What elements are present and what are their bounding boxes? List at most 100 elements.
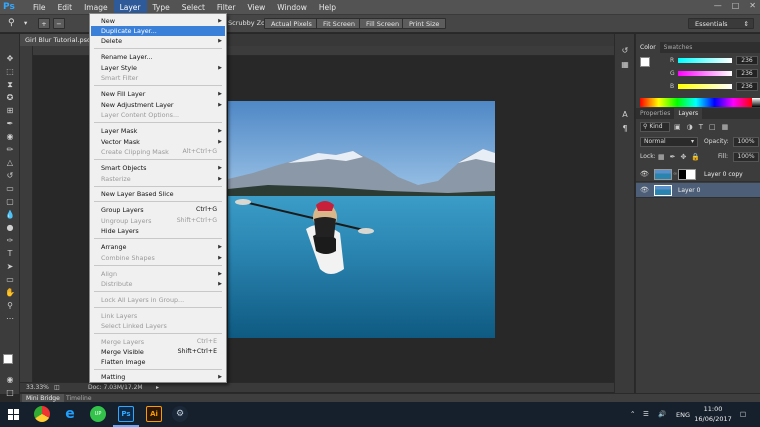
menu-item-merge-visible[interactable]: Merge Visible Shift+Ctrl+E bbox=[91, 347, 225, 357]
menu-item-new-layer-based-slice[interactable]: New Layer Based Slice bbox=[91, 189, 225, 199]
photoshop-taskbar-icon[interactable]: Ps bbox=[118, 406, 134, 422]
grayscale-ramp[interactable] bbox=[752, 98, 760, 107]
menu-item-matting[interactable]: Matting ▶ bbox=[91, 372, 225, 382]
path-select-tool-icon[interactable]: ➤ bbox=[4, 262, 16, 272]
menu-item-new[interactable]: New ▶ bbox=[91, 16, 225, 26]
menu-item-hide-layers[interactable]: Hide Layers bbox=[91, 226, 225, 236]
windows-start-icon[interactable] bbox=[8, 409, 19, 420]
menu-help[interactable]: Help bbox=[313, 0, 342, 15]
blue-value[interactable]: 236 bbox=[736, 82, 758, 91]
layer-filter-icons[interactable]: ▣◑T□▦ bbox=[674, 122, 734, 132]
menu-view[interactable]: View bbox=[241, 0, 271, 15]
menu-item-layer-mask[interactable]: Layer Mask ▶ bbox=[91, 126, 225, 136]
eraser-tool-icon[interactable]: ▭ bbox=[4, 184, 16, 194]
document-image[interactable] bbox=[228, 101, 495, 338]
character-icon[interactable]: A bbox=[619, 110, 631, 120]
minimize-icon[interactable]: — bbox=[714, 1, 722, 10]
zoom-level[interactable]: 33.33% bbox=[26, 383, 49, 393]
maximize-icon[interactable]: □ bbox=[732, 1, 740, 10]
shape-tool-icon[interactable]: ▭ bbox=[4, 275, 16, 285]
share-icon[interactable]: ◫ bbox=[54, 383, 60, 393]
history-brush-tool-icon[interactable]: ↺ bbox=[4, 171, 16, 181]
paragraph-icon[interactable]: ¶ bbox=[619, 124, 631, 134]
lasso-tool-icon[interactable]: ⧗ bbox=[4, 80, 16, 90]
print-size-button[interactable]: Print Size bbox=[402, 18, 447, 29]
healing-brush-tool-icon[interactable]: ◉ bbox=[4, 132, 16, 142]
brush-tool-icon[interactable]: ✏ bbox=[4, 145, 16, 155]
tab-layers[interactable]: Layers bbox=[674, 108, 703, 119]
menu-item-vector-mask[interactable]: Vector Mask ▶ bbox=[91, 137, 225, 147]
zoom-tool-icon[interactable]: ⚲ bbox=[8, 18, 15, 29]
history-icon[interactable]: ↺ bbox=[619, 46, 631, 56]
zoom-out-icon[interactable]: − bbox=[53, 18, 65, 29]
green-slider[interactable]: G 236 bbox=[670, 69, 760, 79]
menu-item-duplicate-layer[interactable]: Duplicate Layer... bbox=[91, 26, 225, 36]
eye-icon[interactable]: 👁 bbox=[640, 186, 649, 194]
more-tools-icon[interactable]: ⋯ bbox=[4, 314, 16, 324]
pen-tool-icon[interactable]: ✑ bbox=[4, 236, 16, 246]
color-spectrum[interactable] bbox=[640, 98, 752, 107]
crop-tool-icon[interactable]: ⊞ bbox=[4, 106, 16, 116]
type-tool-icon[interactable]: T bbox=[4, 249, 16, 259]
blend-mode-select[interactable]: Normal ▾ bbox=[640, 137, 698, 147]
menu-item-flatten-image[interactable]: Flatten Image bbox=[91, 357, 225, 367]
steam-icon[interactable]: ⚙ bbox=[172, 406, 188, 422]
language-indicator[interactable]: ENG bbox=[676, 411, 690, 419]
blue-slider[interactable]: B 236 bbox=[670, 82, 760, 92]
chrome-icon[interactable] bbox=[34, 406, 50, 422]
clone-stamp-tool-icon[interactable]: △ bbox=[4, 158, 16, 168]
red-slider[interactable]: R 236 bbox=[670, 56, 760, 66]
screen-mode-icon[interactable]: □ bbox=[4, 388, 16, 398]
zoom-in-icon[interactable]: + bbox=[38, 18, 50, 29]
foreground-color-swatch[interactable] bbox=[3, 354, 13, 364]
layer-row[interactable]: 👁 ∞ Layer 0 copy bbox=[636, 167, 760, 182]
edge-icon[interactable]: e bbox=[62, 406, 78, 422]
workspace-select[interactable]: Essentials ⇕ bbox=[688, 18, 754, 29]
menu-item-new-fill-layer[interactable]: New Fill Layer ▶ bbox=[91, 89, 225, 99]
chevron-down-icon[interactable]: ▾ bbox=[24, 18, 27, 29]
tab-properties[interactable]: Properties bbox=[636, 108, 674, 119]
green-value[interactable]: 236 bbox=[736, 69, 758, 78]
menu-item-delete[interactable]: Delete ▶ bbox=[91, 36, 225, 46]
navigator-icon[interactable]: ▦ bbox=[619, 60, 631, 70]
dodge-tool-icon[interactable]: ● bbox=[4, 223, 16, 233]
quick-select-tool-icon[interactable]: ✪ bbox=[4, 93, 16, 103]
menu-item-new-adjustment-layer[interactable]: New Adjustment Layer ▶ bbox=[91, 100, 225, 110]
network-icon[interactable]: ☰ bbox=[643, 410, 649, 418]
zoom-tool-icon[interactable]: ⚲ bbox=[4, 301, 16, 311]
menu-file[interactable]: File bbox=[27, 0, 52, 15]
menu-window[interactable]: Window bbox=[271, 0, 313, 15]
notification-icon[interactable]: □ bbox=[740, 410, 746, 418]
opacity-input[interactable]: 100% bbox=[733, 137, 759, 147]
layer-row[interactable]: 👁 Layer 0 bbox=[636, 183, 760, 198]
menu-item-group-layers[interactable]: Group Layers Ctrl+G bbox=[91, 205, 225, 215]
eye-icon[interactable]: 👁 bbox=[640, 170, 649, 178]
volume-icon[interactable]: 🔊 bbox=[658, 410, 666, 418]
hand-tool-icon[interactable]: ✋ bbox=[4, 288, 16, 298]
menu-edit[interactable]: Edit bbox=[52, 0, 79, 15]
menu-item-rasterize[interactable]: Rasterize ▶ bbox=[91, 174, 225, 184]
document-size[interactable]: Doc: 7.03M/17.2M bbox=[88, 383, 143, 393]
fill-screen-button[interactable]: Fill Screen bbox=[359, 18, 407, 29]
eyedropper-tool-icon[interactable]: ✒ bbox=[4, 119, 16, 129]
clock-time[interactable]: 11:00 bbox=[698, 405, 728, 413]
red-value[interactable]: 236 bbox=[736, 56, 758, 65]
fill-input[interactable]: 100% bbox=[733, 152, 759, 162]
lock-icons[interactable]: ▦✒✥🔒 bbox=[658, 152, 705, 162]
menu-item-layer-style[interactable]: Layer Style ▶ bbox=[91, 63, 225, 73]
fit-screen-button[interactable]: Fit Screen bbox=[316, 18, 363, 29]
menu-item-smart-objects[interactable]: Smart Objects ▶ bbox=[91, 163, 225, 173]
foreground-color-swatch[interactable] bbox=[640, 57, 650, 67]
kind-filter[interactable]: ⚲ Kind bbox=[640, 122, 670, 132]
clock-date[interactable]: 16/06/2017 bbox=[694, 415, 732, 423]
tab-color[interactable]: Color bbox=[636, 42, 660, 53]
close-icon[interactable]: ✕ bbox=[749, 1, 756, 10]
actual-pixels-button[interactable]: Actual Pixels bbox=[264, 18, 319, 29]
chevron-up-icon[interactable]: ⌃ bbox=[630, 410, 635, 418]
gradient-tool-icon[interactable]: ▢ bbox=[4, 197, 16, 207]
quick-mask-icon[interactable]: ◉ bbox=[4, 375, 16, 385]
menu-item-arrange[interactable]: Arrange ▶ bbox=[91, 242, 225, 252]
chevron-right-icon[interactable]: ▸ bbox=[156, 383, 159, 393]
move-tool-icon[interactable]: ✥ bbox=[4, 54, 16, 64]
tab-swatches[interactable]: Swatches bbox=[660, 42, 697, 53]
